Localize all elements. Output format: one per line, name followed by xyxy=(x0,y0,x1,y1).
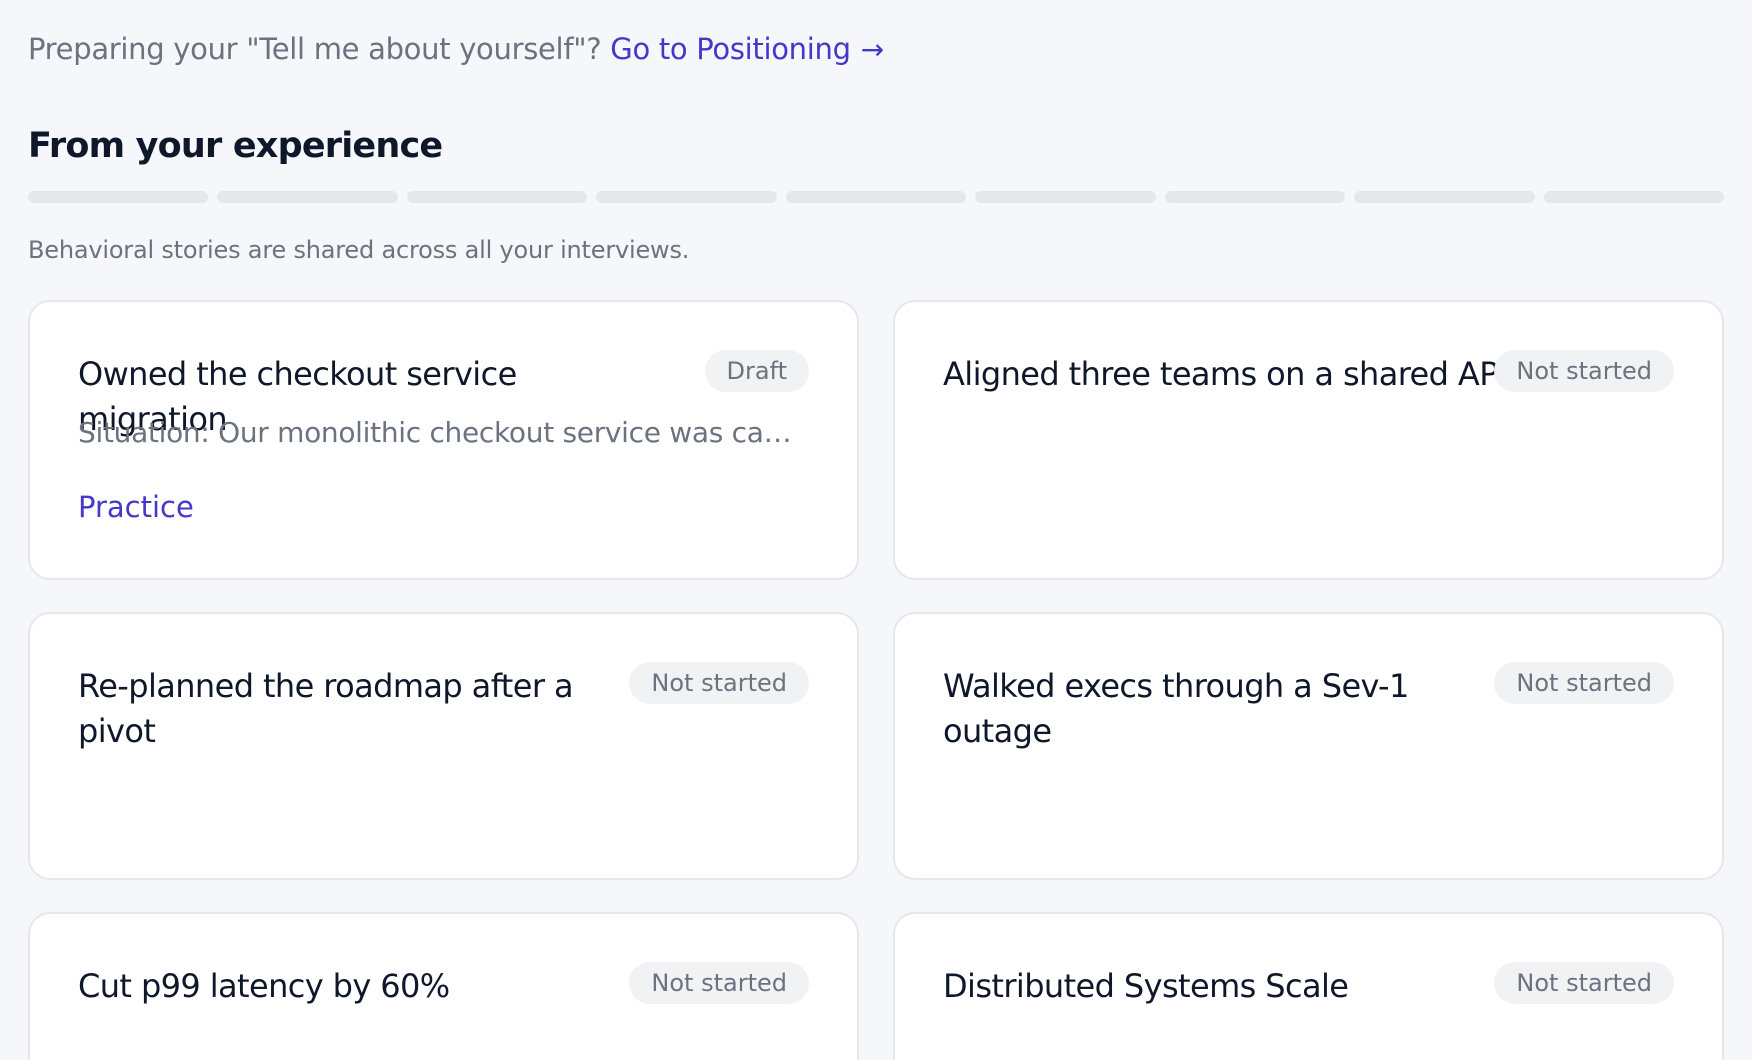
progress-segment xyxy=(1354,191,1535,203)
story-card-distributed-systems[interactable]: Distributed Systems Scale Not started xyxy=(893,912,1724,1060)
banner-prompt: Preparing your "Tell me about yourself"? xyxy=(28,32,602,66)
progress-segment xyxy=(217,191,398,203)
story-card-roadmap-pivot[interactable]: Re-planned the roadmap after a pivot Not… xyxy=(28,612,859,880)
status-badge: Not started xyxy=(629,662,809,704)
status-badge: Not started xyxy=(1494,962,1674,1004)
story-title: Aligned three teams on a shared API xyxy=(943,355,1507,393)
story-card-shared-api[interactable]: Aligned three teams on a shared API Not … xyxy=(893,300,1724,580)
practice-link[interactable]: Practice xyxy=(78,490,194,524)
progress-segment xyxy=(1164,191,1346,203)
go-to-positioning-label[interactable]: Go to Positioning xyxy=(610,32,851,66)
status-badge: Not started xyxy=(629,962,809,1004)
story-card-latency[interactable]: Cut p99 latency by 60% Not started xyxy=(28,912,859,1060)
story-card-sev1-outage[interactable]: Walked execs through a Sev-1 outage Not … xyxy=(893,612,1724,880)
story-title: Distributed Systems Scale xyxy=(943,967,1349,1005)
go-to-positioning-link[interactable]: Go to Positioning → xyxy=(610,32,884,66)
story-card-checkout-migration[interactable]: Owned the checkout service migration Dra… xyxy=(28,300,859,580)
story-title: Re-planned the roadmap after a pivot xyxy=(78,667,574,750)
status-badge: Draft xyxy=(704,350,809,392)
arrow-right-icon[interactable]: → xyxy=(861,33,884,66)
story-title: Cut p99 latency by 60% xyxy=(78,967,450,1005)
section-title: From your experience xyxy=(28,126,443,166)
progress-segment xyxy=(28,191,209,203)
story-excerpt: Situation: Our monolithic checkout servi… xyxy=(78,416,808,449)
status-badge: Not started xyxy=(1494,662,1674,704)
progress-segment xyxy=(406,191,588,203)
progress-segment xyxy=(596,191,777,203)
page: Preparing your "Tell me about yourself"?… xyxy=(0,0,1752,1060)
section-subtitle: Behavioral stories are shared across all… xyxy=(28,236,690,264)
story-title: Walked execs through a Sev-1 outage xyxy=(943,667,1409,750)
positioning-banner: Preparing your "Tell me about yourself"?… xyxy=(28,32,884,66)
progress-segment xyxy=(975,191,1156,203)
progress-bar xyxy=(28,191,1724,203)
progress-segment xyxy=(785,191,967,203)
progress-segment xyxy=(1543,191,1724,203)
status-badge: Not started xyxy=(1494,350,1674,392)
